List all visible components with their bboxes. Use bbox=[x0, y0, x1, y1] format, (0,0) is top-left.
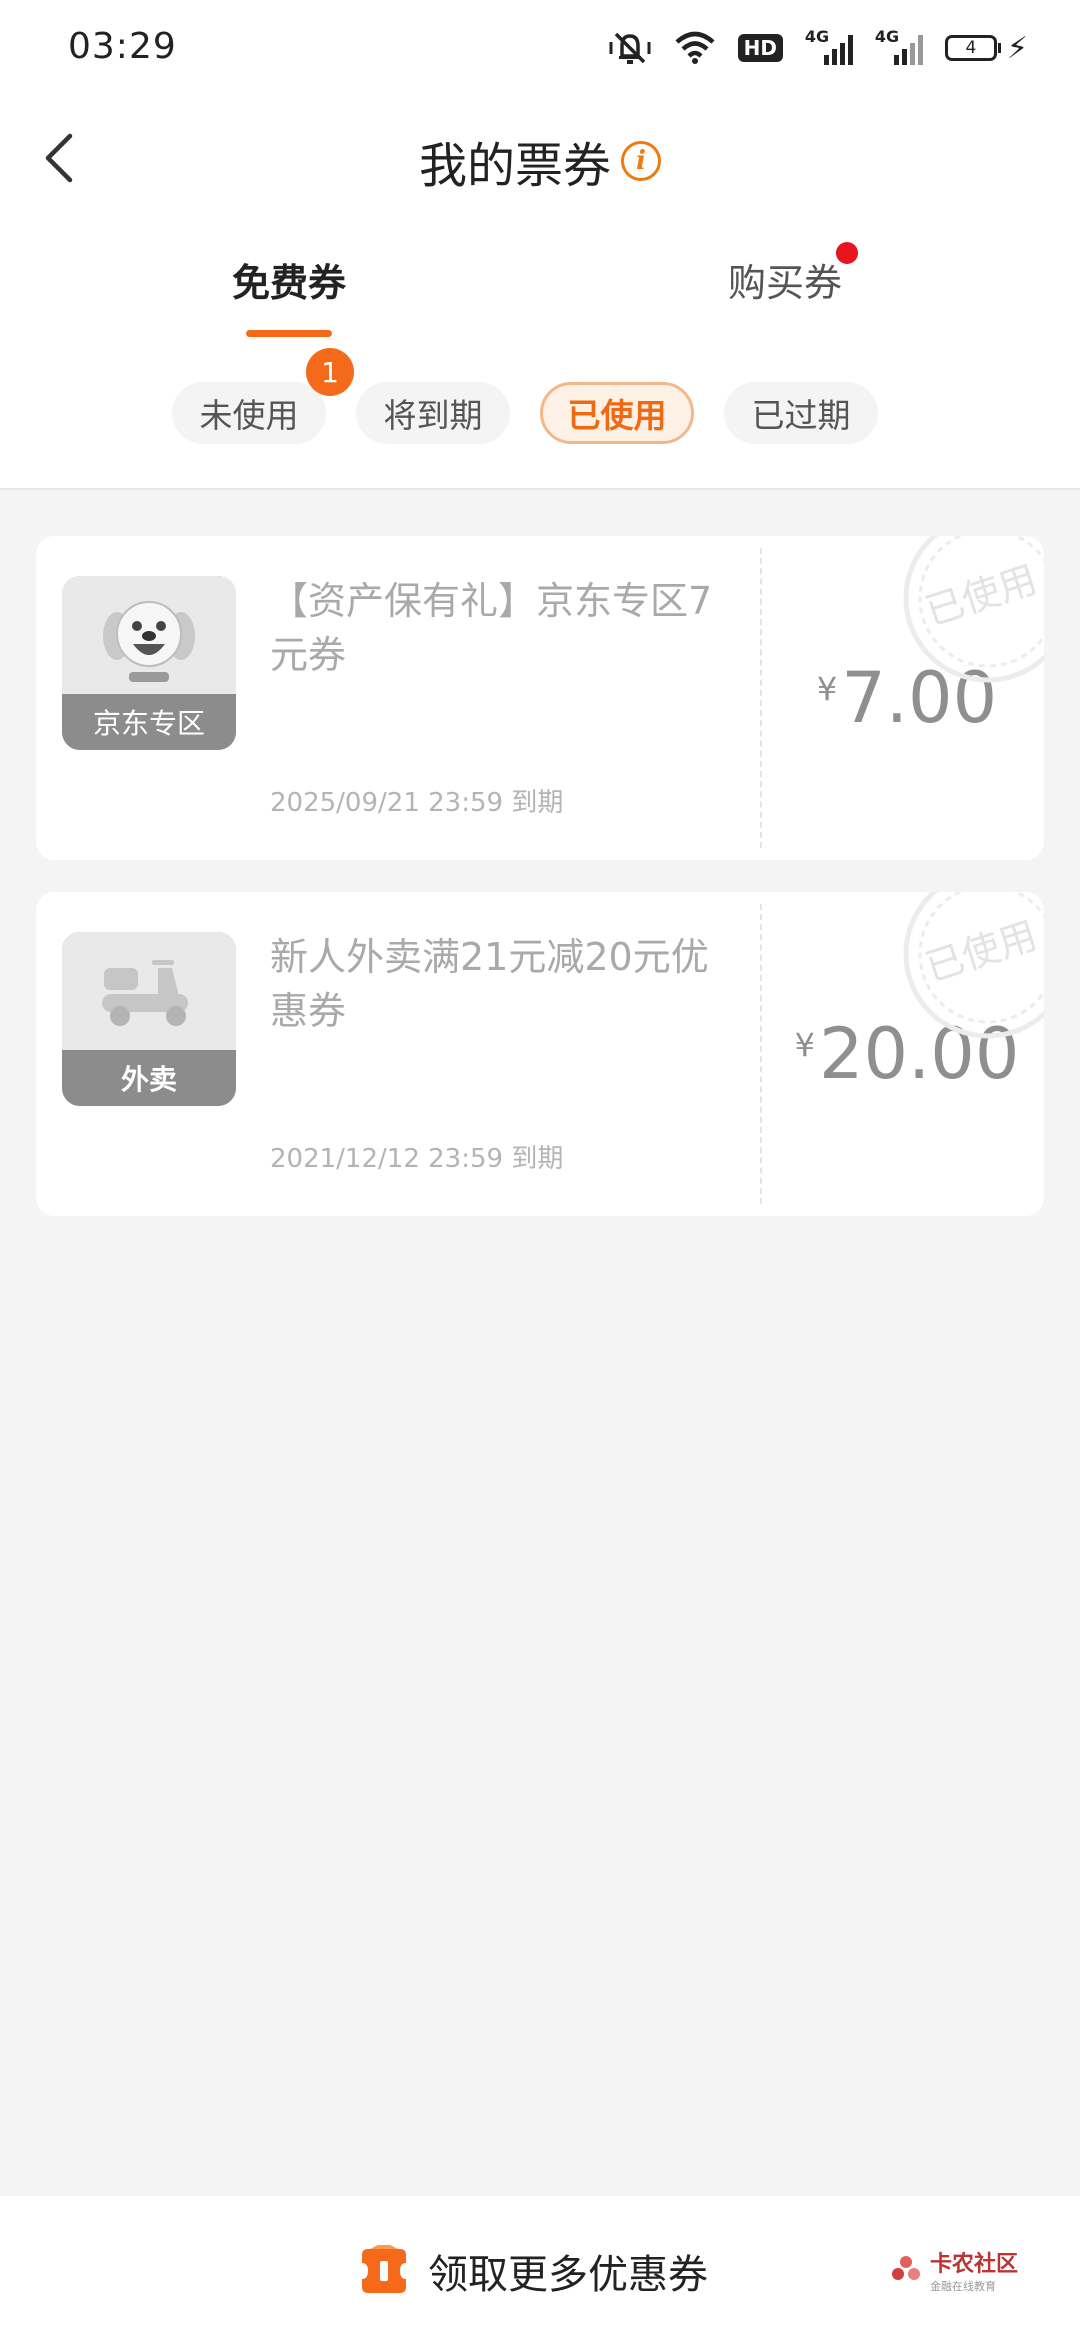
scooter-icon bbox=[102, 960, 188, 1026]
stamp-text: 已使用 bbox=[920, 913, 1042, 990]
tab-free-coupons[interactable]: 免费券 bbox=[232, 252, 346, 307]
coupon-card[interactable]: 京东专区 【资产保有礼】京东专区7元券 2025/09/21 23:59 到期 … bbox=[36, 536, 1044, 860]
status-time: 03:29 bbox=[68, 26, 177, 67]
filter-expiring[interactable]: 将到期 bbox=[356, 382, 510, 444]
signal-4g-icon-1: 4G bbox=[805, 27, 853, 65]
used-stamp-icon: 已使用 bbox=[903, 536, 1044, 683]
takeout-thumbnail: 外卖 bbox=[62, 932, 236, 1106]
mute-vibrate-icon bbox=[608, 28, 652, 68]
filter-used[interactable]: 已使用 bbox=[540, 382, 694, 444]
hd-voice-icon: HD bbox=[737, 34, 783, 62]
coupon-title: 新人外卖满21元减20元优惠券 bbox=[270, 935, 709, 1033]
used-stamp-icon: 已使用 bbox=[903, 892, 1044, 1039]
page-title: 我的票券 bbox=[418, 138, 611, 194]
tab-purchased-coupons[interactable]: 购买券 bbox=[728, 252, 842, 307]
notification-dot bbox=[836, 242, 858, 264]
active-tab-indicator bbox=[246, 330, 332, 337]
unused-count-badge: 1 bbox=[306, 348, 354, 396]
info-icon[interactable]: i bbox=[621, 141, 661, 181]
cta-label: 领取更多优惠券 bbox=[428, 2252, 708, 2298]
filter-expired[interactable]: 已过期 bbox=[724, 382, 878, 444]
wifi-icon bbox=[674, 30, 716, 66]
currency-symbol: ¥ bbox=[794, 1026, 815, 1064]
filter-unused[interactable]: 未使用 bbox=[172, 382, 326, 444]
coupon-expiry: 2021/12/12 23:59 到期 bbox=[270, 1144, 564, 1174]
watermark-logo-icon bbox=[891, 2256, 920, 2280]
coupon-expiry: 2025/09/21 23:59 到期 bbox=[270, 788, 564, 818]
battery-level: 4 bbox=[944, 35, 997, 61]
ticket-icon bbox=[362, 2245, 406, 2293]
coupon-card[interactable]: 外卖 新人外卖满21元减20元优惠券 2021/12/12 23:59 到期 ¥… bbox=[36, 892, 1044, 1216]
stamp-text: 已使用 bbox=[920, 557, 1042, 634]
watermark: 卡农社区 金融在线教育 bbox=[890, 2246, 1018, 2294]
currency-symbol: ¥ bbox=[816, 670, 838, 708]
watermark-subtitle: 金融在线教育 bbox=[929, 2280, 996, 2293]
card-divider bbox=[760, 904, 762, 1204]
status-bar: 03:29 HD 4G 4G 4 ⚡ bbox=[0, 0, 1080, 96]
battery-icon: 4 ⚡ bbox=[944, 30, 1028, 66]
bottom-bar: 领取更多优惠券 卡农社区 金融在线教育 bbox=[0, 2196, 1080, 2340]
card-divider bbox=[760, 548, 762, 848]
coupon-title: 【资产保有礼】京东专区7元券 bbox=[270, 579, 713, 677]
signal-4g-icon-2: 4G bbox=[875, 27, 923, 65]
get-more-coupons-button[interactable]: 领取更多优惠券 bbox=[356, 2242, 708, 2300]
thumbnail-label: 京东专区 bbox=[62, 694, 236, 750]
status-icons: HD 4G 4G 4 ⚡ bbox=[608, 26, 1028, 70]
thumbnail-label: 外卖 bbox=[62, 1050, 236, 1106]
jd-zone-thumbnail: 京东专区 bbox=[62, 576, 236, 750]
watermark-title: 卡农社区 bbox=[929, 2252, 1018, 2277]
jd-dog-mascot-icon bbox=[103, 601, 195, 682]
charging-icon: ⚡ bbox=[1006, 30, 1028, 66]
page-header: 我的票券 i bbox=[0, 128, 1080, 194]
